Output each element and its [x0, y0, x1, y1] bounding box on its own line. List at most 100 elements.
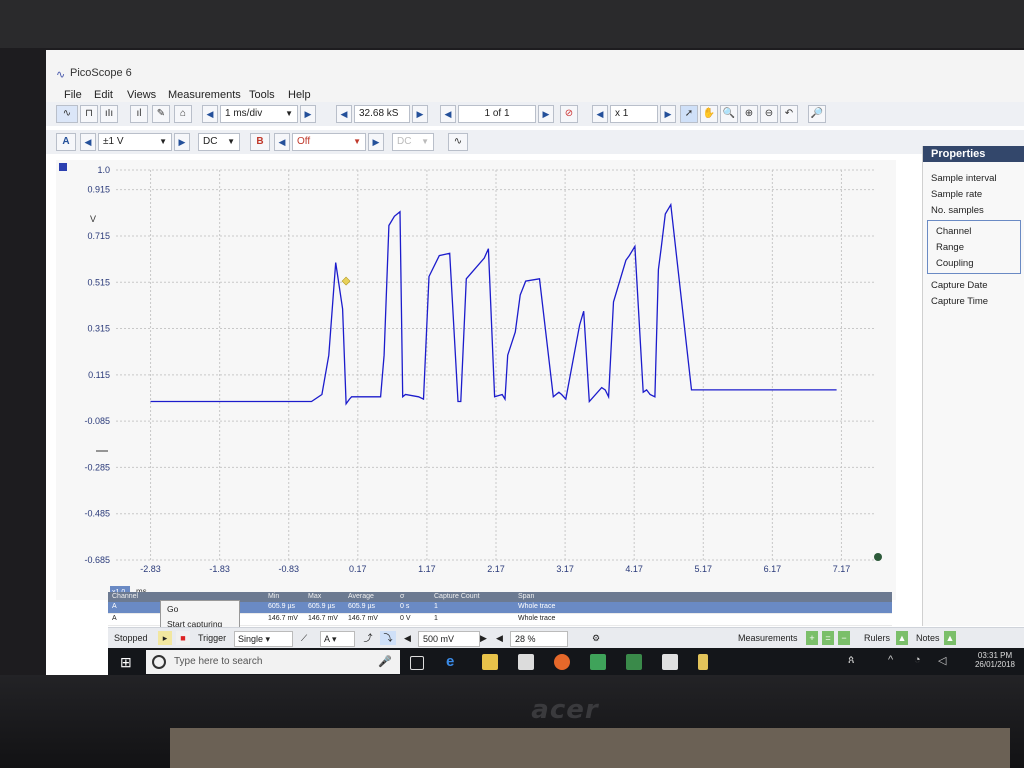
falling-edge-icon[interactable]: ⤵ — [380, 631, 396, 645]
range-b-up-button[interactable]: ▶ — [368, 133, 384, 151]
undo-zoom-icon[interactable]: ↶ — [780, 105, 798, 123]
coupling-a-select[interactable]: DC ▼ — [198, 133, 240, 151]
menu-measurements[interactable]: Measurements — [168, 89, 241, 101]
timebase-select[interactable]: 1 ms/div ▼ — [220, 105, 298, 123]
samples-up-button[interactable]: ▶ — [412, 105, 428, 123]
rising-edge-icon[interactable]: ⤴ — [360, 631, 376, 645]
page-prev-button[interactable]: ◀ — [440, 105, 456, 123]
range-b-select[interactable]: Off ▼ — [292, 133, 366, 151]
mail-icon[interactable] — [662, 654, 678, 670]
cell-span: Whole trace — [518, 615, 556, 622]
x-tick-label: 0.17 — [349, 564, 367, 574]
menu-file[interactable]: File — [64, 89, 82, 101]
notes-toggle-icon[interactable]: ▲ — [944, 631, 956, 645]
go-menu-item[interactable]: Go — [161, 601, 239, 617]
channel-marker-icon[interactable] — [59, 163, 67, 171]
menu-views[interactable]: Views — [127, 89, 156, 101]
file-explorer-icon[interactable] — [482, 654, 498, 670]
ruler-handle-icon[interactable] — [874, 553, 882, 561]
coupling-b-select[interactable]: DC ▼ — [392, 133, 434, 151]
zoom-out-icon[interactable]: ⊖ — [760, 105, 778, 123]
col-sigma: σ — [400, 593, 405, 600]
timebase-up-button[interactable]: ▶ — [300, 105, 316, 123]
windows-start-icon[interactable]: ⊞ — [120, 654, 136, 670]
range-a-up-button[interactable]: ▶ — [174, 133, 190, 151]
stop-capture-icon[interactable]: ■ — [176, 631, 190, 645]
spectrum-mode-icon[interactable]: ıIı — [100, 105, 118, 123]
cortana-icon — [152, 655, 166, 669]
tray-arrow-icon[interactable]: ^ — [888, 654, 904, 670]
prop-range: Range — [936, 242, 964, 253]
samples-down-button[interactable]: ◀ — [336, 105, 352, 123]
menu-help[interactable]: Help — [288, 89, 311, 101]
cell-average: 146.7 mV — [348, 615, 378, 622]
taskbar-search-box[interactable]: Type here to search 🎤 — [146, 650, 400, 674]
timebase-down-button[interactable]: ◀ — [202, 105, 218, 123]
prop-coupling: Coupling — [936, 258, 974, 269]
laptop-hinge — [170, 728, 1010, 768]
signal-generator-icon[interactable]: ∿ — [448, 133, 468, 151]
range-a-down-button[interactable]: ◀ — [80, 133, 96, 151]
task-view-icon[interactable] — [410, 656, 424, 670]
menu-tools[interactable]: Tools — [249, 89, 275, 101]
properties-panel: Properties Sample interval Sample rate N… — [922, 146, 1024, 626]
add-measurement-icon[interactable]: + — [806, 631, 818, 645]
delete-measurement-icon[interactable]: − — [838, 631, 850, 645]
active-app-icon[interactable] — [698, 654, 708, 670]
trigger-channel-select[interactable]: A ▾ — [320, 631, 355, 647]
trigger-advanced-icon[interactable]: ⚙ — [588, 631, 604, 645]
zoom-overview-icon[interactable]: 🔎 — [808, 105, 826, 123]
home-icon[interactable]: ⌂ — [174, 105, 192, 123]
y-tick-label: -0.685 — [84, 555, 110, 565]
picoscope-taskbar-icon[interactable] — [590, 654, 606, 670]
trigger-edge-icon[interactable]: ⟋ — [296, 631, 312, 645]
compass-icon[interactable]: ⊘ — [560, 105, 578, 123]
screen: ∿ PicoScope 6 File Edit Views Measuremen… — [46, 50, 1024, 676]
pointer-tool-icon[interactable]: ➚ — [680, 105, 698, 123]
samples-field[interactable]: 32.68 kS — [354, 105, 410, 123]
prop-capture-date: Capture Date — [931, 280, 988, 291]
edit-measurement-icon[interactable]: = — [822, 631, 834, 645]
store-icon[interactable] — [518, 654, 534, 670]
y-tick-label: 0.115 — [88, 370, 110, 380]
people-icon[interactable]: ጰ — [848, 654, 864, 670]
start-capture-icon[interactable]: ▸ — [158, 631, 172, 645]
volume-icon[interactable]: ◁ — [938, 654, 954, 670]
zoom-in-icon[interactable]: ⊕ — [740, 105, 758, 123]
scope-view[interactable]: 1.0 0.915 0.715 0.515 0.315 0.115 -0.085 -0.285… — [56, 160, 896, 600]
notes-label: Notes — [916, 633, 940, 643]
wifi-icon[interactable]: ◔ — [914, 654, 930, 670]
probe-icon[interactable]: ✎ — [152, 105, 170, 123]
trigger-mode-select[interactable]: Single ▾ — [234, 631, 293, 647]
prop-sample-interval: Sample interval — [931, 173, 997, 184]
channel-b-button[interactable]: B — [250, 133, 270, 151]
cell-max: 146.7 mV — [308, 615, 338, 622]
zoom-down-button[interactable]: ◀ — [592, 105, 608, 123]
threshold-down-button[interactable]: ◀ — [404, 631, 414, 645]
spreadsheet-icon[interactable] — [626, 654, 642, 670]
threshold-field[interactable]: 500 mV — [418, 631, 480, 647]
zoom-area-icon[interactable]: 🔍 — [720, 105, 738, 123]
pretrigger-down-button[interactable]: ◀ — [496, 631, 506, 645]
edge-browser-icon[interactable]: e — [446, 654, 462, 670]
zoom-up-button[interactable]: ▶ — [660, 105, 676, 123]
firefox-icon[interactable] — [554, 654, 570, 670]
scope-plot[interactable]: 1.0 0.915 0.715 0.515 0.315 0.115 -0.085 -0.285… — [56, 160, 896, 600]
pretrigger-field[interactable]: 28 % — [510, 631, 568, 647]
range-a-select[interactable]: ±1 V ▼ — [98, 133, 172, 151]
threshold-up-button[interactable]: ▶ — [480, 631, 490, 645]
persistence-mode-icon[interactable]: ⊓ — [80, 105, 98, 123]
channel-a-button[interactable]: A — [56, 133, 76, 151]
zoom-field[interactable]: x 1 — [610, 105, 658, 123]
page-next-button[interactable]: ▶ — [538, 105, 554, 123]
hand-tool-icon[interactable]: ✋ — [700, 105, 718, 123]
scope-mode-icon[interactable]: ∿ — [56, 105, 78, 123]
taskbar-clock[interactable]: 03:31 PM 26/01/2018 — [970, 651, 1020, 669]
range-b-down-button[interactable]: ◀ — [274, 133, 290, 151]
rulers-toggle-icon[interactable]: ▲ — [896, 631, 908, 645]
cell-span: Whole trace — [518, 603, 556, 610]
microphone-icon[interactable]: 🎤 — [378, 655, 392, 668]
menu-edit[interactable]: Edit — [94, 89, 113, 101]
channel-options-icon[interactable]: ıl — [130, 105, 148, 123]
page-indicator: 1 of 1 — [458, 105, 536, 123]
